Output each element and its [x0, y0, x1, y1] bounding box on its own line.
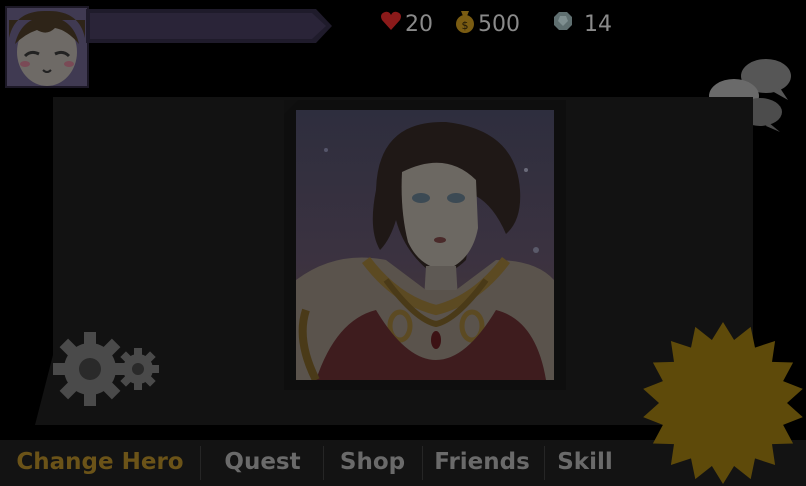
tab-shop[interactable]: Shop	[325, 440, 420, 484]
gold-counter: $ 500	[455, 8, 520, 40]
gem-icon	[553, 11, 576, 37]
tab-skill[interactable]: Skill	[546, 440, 624, 484]
nav-divider	[323, 446, 324, 480]
tab-friends[interactable]: Friends	[424, 440, 540, 484]
gems-counter: 14	[553, 8, 612, 40]
player-avatar[interactable]	[5, 6, 89, 88]
gold-value: 500	[478, 11, 520, 37]
action-starburst-button[interactable]	[640, 320, 806, 486]
player-name-banner	[86, 9, 332, 43]
gear-icon[interactable]	[52, 332, 162, 406]
nav-divider	[422, 446, 423, 480]
game-screen: { "player": { "avatar": "hero-avatar" },…	[0, 0, 806, 486]
svg-text:$: $	[462, 19, 469, 32]
avatar-face-image	[7, 8, 87, 86]
hearts-value: 20	[405, 11, 433, 37]
hearts-counter: 20	[380, 8, 433, 40]
gems-value: 14	[584, 11, 612, 37]
tab-quest[interactable]: Quest	[205, 440, 320, 484]
nav-divider	[544, 446, 545, 480]
hero-portrait[interactable]	[296, 110, 554, 380]
hero-portrait-image	[296, 110, 554, 380]
nav-divider	[200, 446, 201, 480]
heart-icon	[380, 11, 405, 37]
money-bag-icon: $	[455, 9, 478, 39]
tab-change-hero[interactable]: Change Hero	[10, 440, 190, 484]
